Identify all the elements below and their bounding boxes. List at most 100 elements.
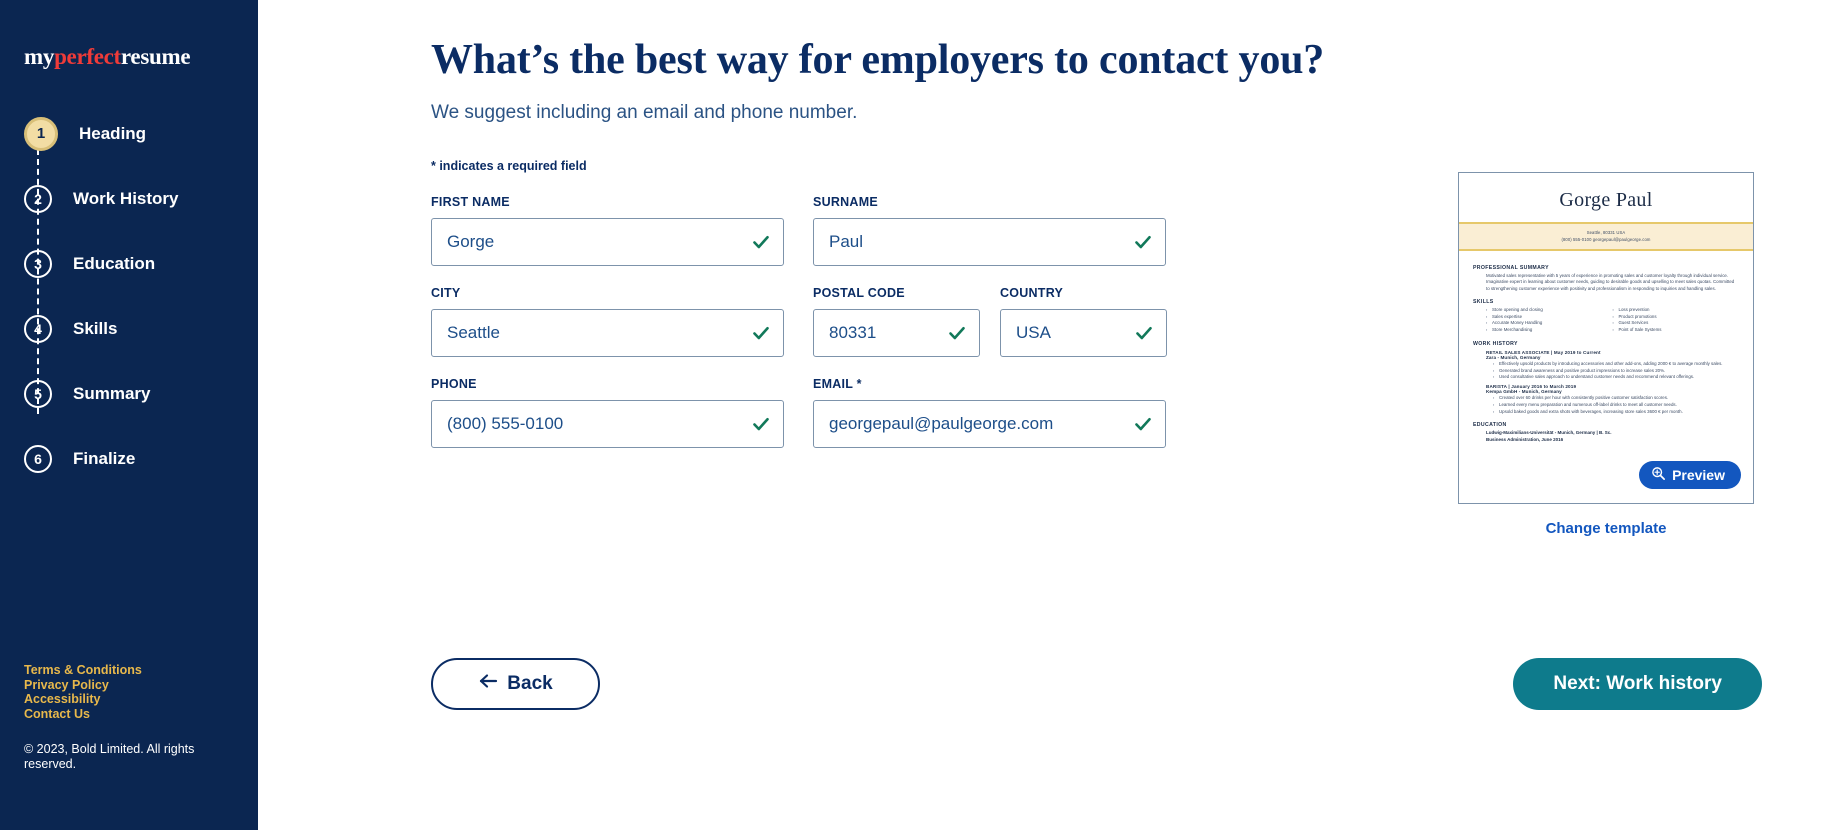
step-number-4: 4 xyxy=(24,314,52,343)
label-email: EMAIL * xyxy=(813,376,862,391)
label-surname: SURNAME xyxy=(813,194,878,209)
field-surname: SURNAME xyxy=(813,195,1166,266)
input-city[interactable] xyxy=(432,309,783,356)
back-button-label: Back xyxy=(507,673,553,694)
link-accessibility[interactable]: Accessibility xyxy=(24,692,142,707)
step-navigation: 1 Heading 2 Work History 3 Education 4 S… xyxy=(0,101,258,491)
page-title: What’s the best way for employers to con… xyxy=(431,37,1325,83)
resume-job-company: Zara - Munich, Germany xyxy=(1486,354,1541,360)
input-wrap-city[interactable] xyxy=(431,308,784,357)
check-icon-country xyxy=(1135,324,1153,342)
sidebar-step-skills[interactable]: 4 Skills xyxy=(24,296,258,361)
main-content: What’s the best way for employers to con… xyxy=(258,0,1826,830)
resume-body: PROFESSIONAL SUMMARY Motivated sales rep… xyxy=(1459,251,1753,443)
step-label-summary: Summary xyxy=(73,383,151,403)
resume-job-bullets: Created over 60 drinks per hour with con… xyxy=(1493,395,1739,415)
step-label-heading: Heading xyxy=(79,123,147,143)
step-number-3: 3 xyxy=(24,249,52,278)
step-label-work-history: Work History xyxy=(73,188,179,208)
input-first-name[interactable] xyxy=(432,218,783,265)
back-button[interactable]: Back xyxy=(431,658,600,710)
resume-section-education-title: EDUCATION xyxy=(1473,422,1507,429)
resume-contact-line-2: (800) 555-0100 georgepaul@paulgeorge.com xyxy=(1561,237,1651,242)
resume-skill-item: Point of Sale Systems xyxy=(1613,327,1740,334)
label-country: COUNTRY xyxy=(1000,285,1064,300)
resume-skills-right: Loss prevention Product promotions Guest… xyxy=(1613,307,1740,333)
resume-job-bullet: Learned every menu preparation and numer… xyxy=(1493,402,1739,409)
resume-job-bullet: Effectively upsold products by introduci… xyxy=(1493,361,1739,368)
resume-contact-band: Seattle, 80331 USA (800) 555-0100 george… xyxy=(1459,222,1753,251)
resume-job-bullet: Generated brand awareness and positive p… xyxy=(1493,368,1739,375)
check-icon-surname xyxy=(1134,233,1152,251)
step-number-6: 6 xyxy=(24,444,52,473)
field-postal-code: POSTAL CODE xyxy=(813,285,1088,357)
input-email[interactable] xyxy=(814,400,1165,447)
logo-part-resume: resume xyxy=(120,44,191,69)
resume-job-entry: BARISTA | January 2016 to March 2019 Kem… xyxy=(1473,384,1739,415)
resume-summary-text: Motivated sales representative with 5 ye… xyxy=(1486,273,1735,291)
check-icon-email xyxy=(1134,415,1152,433)
check-icon-first-name xyxy=(752,233,770,251)
input-phone[interactable] xyxy=(432,400,783,447)
page-subtitle: We suggest including an email and phone … xyxy=(431,101,858,123)
resume-thumbnail[interactable]: Gorge Paul Seattle, 80331 USA (800) 555-… xyxy=(1458,172,1754,504)
step-label-finalize: Finalize xyxy=(73,448,136,468)
step-number-2: 2 xyxy=(24,184,52,213)
resume-job-bullets: Effectively upsold products by introduci… xyxy=(1493,361,1739,381)
required-field-note: * indicates a required field xyxy=(431,158,587,173)
sidebar: myperfectresume 1 Heading 2 Work History… xyxy=(0,0,258,830)
resume-job-bullet: Created over 60 drinks per hour with con… xyxy=(1493,395,1739,402)
form-row-location: CITY POSTAL CODE xyxy=(431,286,1391,357)
sidebar-step-work-history[interactable]: 2 Work History xyxy=(24,166,258,231)
resume-skill-item: Loss prevention xyxy=(1613,307,1740,314)
brand-logo[interactable]: myperfectresume xyxy=(24,45,258,68)
change-template-link[interactable]: Change template xyxy=(1458,520,1754,537)
resume-skill-item: Store opening and closing xyxy=(1486,307,1613,314)
step-label-education: Education xyxy=(73,253,156,273)
input-wrap-email[interactable] xyxy=(813,399,1166,448)
resume-section-work-title: WORK HISTORY xyxy=(1473,340,1518,347)
sidebar-step-heading[interactable]: 1 Heading xyxy=(24,101,258,166)
input-wrap-phone[interactable] xyxy=(431,399,784,448)
field-city: CITY xyxy=(431,286,784,357)
next-button[interactable]: Next: Work history xyxy=(1513,658,1762,710)
input-wrap-surname[interactable] xyxy=(813,217,1166,266)
arrow-left-icon xyxy=(478,673,498,695)
sidebar-step-finalize[interactable]: 6 Finalize xyxy=(24,426,258,491)
step-label-skills: Skills xyxy=(73,318,118,338)
resume-job-entry: RETAIL SALES ASSOCIATE | May 2019 to Cur… xyxy=(1473,350,1739,381)
resume-job-bullet: Used consultative sales approach to unde… xyxy=(1493,374,1739,381)
resume-section-summary-title: PROFESSIONAL SUMMARY xyxy=(1473,265,1549,271)
field-phone: PHONE xyxy=(431,377,784,448)
form-row-contact: PHONE EMAIL * xyxy=(431,377,1391,448)
resume-preview-panel: Gorge Paul Seattle, 80331 USA (800) 555-… xyxy=(1458,172,1754,537)
resume-candidate-name: Gorge Paul xyxy=(1559,189,1653,211)
step-number-5: 5 xyxy=(24,379,52,408)
check-icon-postal-code xyxy=(948,324,966,342)
label-postal-code: POSTAL CODE xyxy=(813,285,905,300)
check-icon-city xyxy=(752,324,770,342)
preview-button-label: Preview xyxy=(1672,467,1725,483)
preview-button[interactable]: Preview xyxy=(1639,461,1741,489)
field-first-name: FIRST NAME xyxy=(431,195,784,266)
field-email: EMAIL * xyxy=(813,377,1166,448)
input-wrap-country[interactable] xyxy=(1000,308,1275,357)
input-wrap-postal-code[interactable] xyxy=(813,308,1088,357)
check-icon-phone xyxy=(752,415,770,433)
link-privacy-policy[interactable]: Privacy Policy xyxy=(24,678,142,693)
magnifier-plus-icon xyxy=(1651,466,1666,484)
resume-skills-left: Store opening and closing Sales expertis… xyxy=(1486,307,1613,333)
logo-part-my: my xyxy=(24,44,55,69)
input-surname[interactable] xyxy=(814,218,1165,265)
resume-skill-item: Guest Services xyxy=(1613,320,1740,327)
resume-education-line-2: Business Administration, June 2016 xyxy=(1486,436,1564,442)
link-terms-conditions[interactable]: Terms & Conditions xyxy=(24,663,142,678)
step-number-1: 1 xyxy=(24,116,58,151)
sidebar-step-education[interactable]: 3 Education xyxy=(24,231,258,296)
link-contact-us[interactable]: Contact Us xyxy=(24,707,142,722)
resume-contact-line-1: Seattle, 80331 USA xyxy=(1586,230,1626,235)
sidebar-step-summary[interactable]: 5 Summary xyxy=(24,361,258,426)
contact-form: FIRST NAME SURNAME xyxy=(431,195,1391,448)
input-wrap-first-name[interactable] xyxy=(431,217,784,266)
resume-skill-item: Sales expertise xyxy=(1486,314,1613,321)
